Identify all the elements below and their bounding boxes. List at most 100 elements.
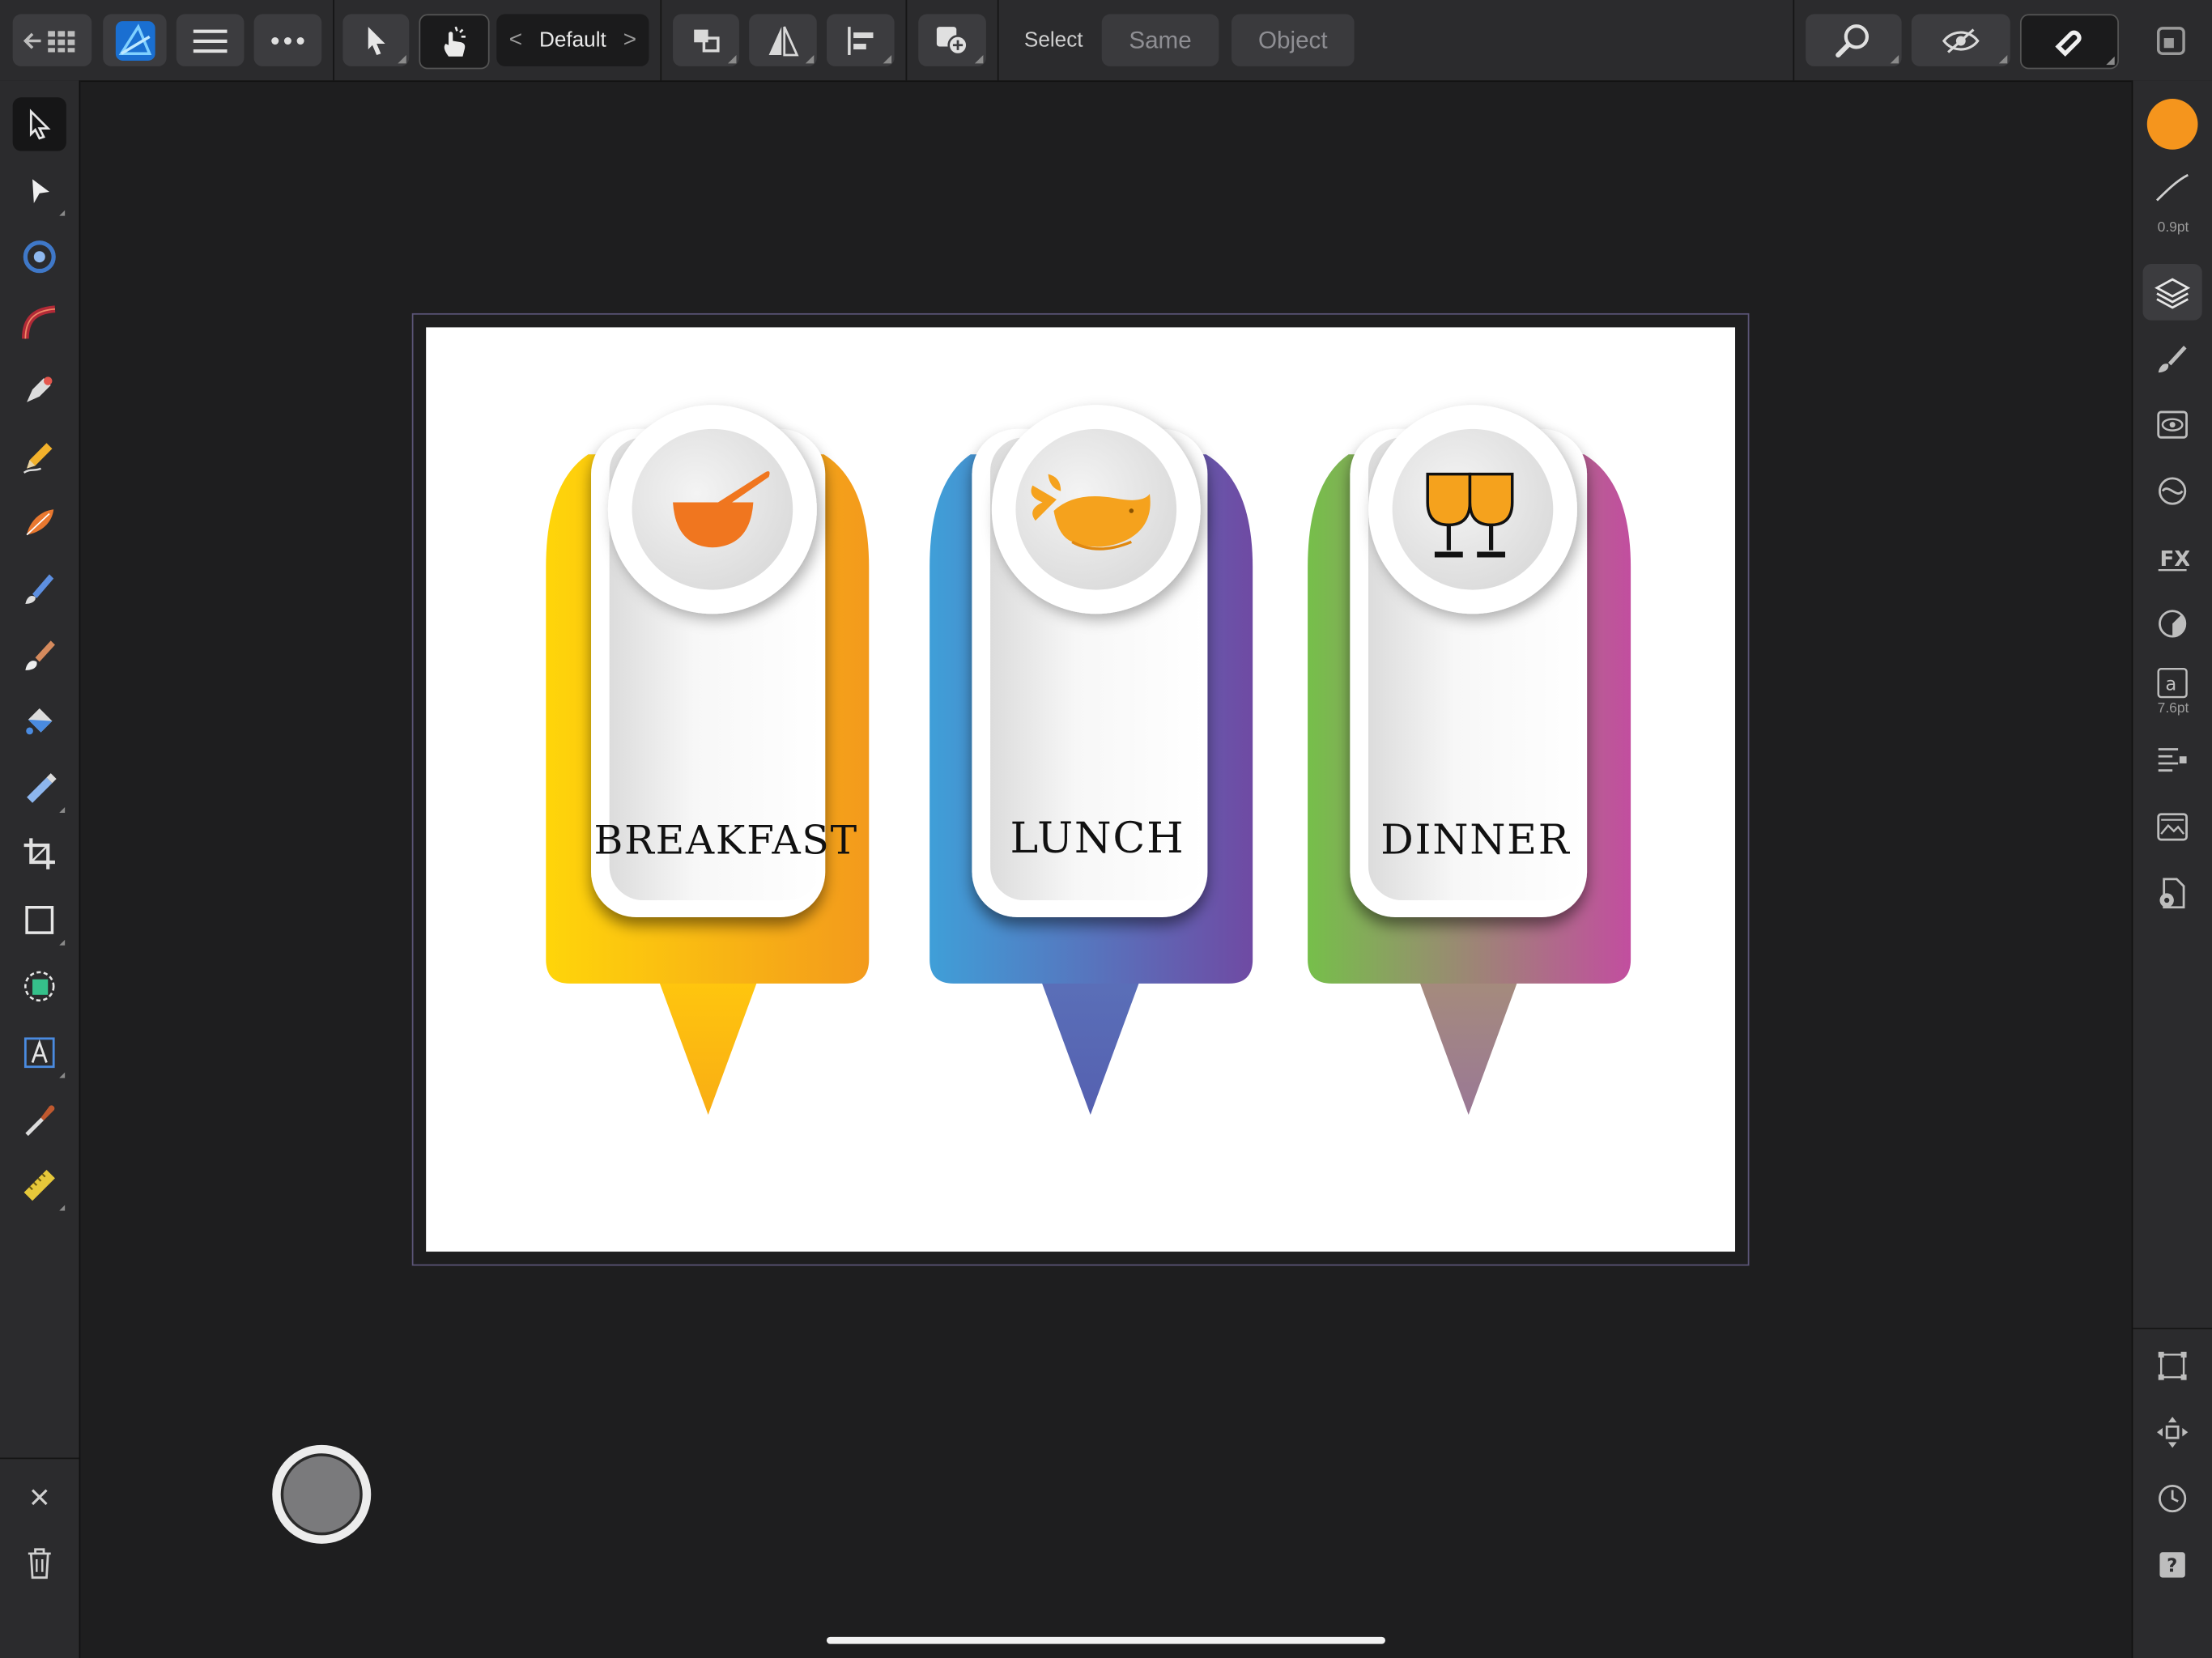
brushes-button[interactable]: [2143, 330, 2202, 387]
stroke-width-label: 0.9pt: [2157, 219, 2189, 236]
pencil-tool-icon: [23, 443, 53, 474]
select-same-button[interactable]: Same: [1101, 14, 1219, 66]
tool-pencil-curve[interactable]: [13, 296, 66, 350]
select-object-button[interactable]: Object: [1231, 14, 1355, 66]
arrange-icon: [693, 28, 719, 52]
fx-icon: FX: [2158, 547, 2189, 572]
flip-icon: [768, 25, 799, 56]
view-mode-button[interactable]: [1911, 14, 2010, 66]
tool-pixel-brush[interactable]: [13, 628, 66, 682]
studio-panel: 0.9pt FX a 7.6pt ?: [2131, 80, 2212, 1658]
tool-vector-brush[interactable]: [13, 495, 66, 549]
snapping-button[interactable]: [2019, 14, 2119, 70]
touch-modifier-button[interactable]: [419, 14, 490, 70]
fullscreen-icon: [2156, 27, 2185, 55]
move-tool-icon: [29, 108, 51, 140]
view-zoom-button[interactable]: [1806, 14, 1902, 66]
app-persona-button[interactable]: [103, 14, 167, 66]
artboard[interactable]: BREAKFAST LUNCH DINNER: [426, 327, 1736, 1252]
vector-brush-icon: [26, 509, 54, 536]
insert-icon: [936, 26, 968, 55]
back-to-gallery-button[interactable]: [12, 14, 92, 66]
pixel-brush-icon: [25, 640, 55, 670]
svg-text:FX: FX: [2159, 547, 2189, 572]
tool-corner[interactable]: [13, 230, 66, 283]
card-label-lunch: LUNCH: [1010, 814, 1185, 864]
tool-node[interactable]: [13, 164, 66, 217]
chevron-left-icon[interactable]: <: [509, 28, 522, 53]
tool-paint-brush[interactable]: [13, 562, 66, 615]
insert-button[interactable]: [918, 14, 986, 66]
more-icon: [271, 36, 304, 45]
color-wheel-icon: [2159, 610, 2187, 638]
transparency-tool-icon: [27, 773, 57, 803]
document-menu-button[interactable]: [176, 14, 245, 66]
stroke-button[interactable]: [2143, 168, 2202, 207]
paint-brush-icon: [25, 574, 54, 605]
layers-icon: [2155, 278, 2191, 309]
layers-button[interactable]: [2142, 263, 2202, 321]
hidden-view-icon: [1942, 28, 1980, 53]
fullscreen-button[interactable]: [2155, 25, 2186, 56]
tool-fill[interactable]: [13, 695, 66, 748]
card-breakfast[interactable]: [546, 405, 870, 1115]
tool-color-picker[interactable]: [13, 1092, 66, 1146]
persona-selector[interactable]: < Default >: [496, 14, 649, 66]
tool-pen[interactable]: [13, 363, 66, 416]
tool-artistic-text[interactable]: [13, 1026, 66, 1079]
tool-crop[interactable]: [13, 827, 66, 880]
flip-button[interactable]: [749, 14, 817, 66]
assets-button[interactable]: [2143, 799, 2202, 856]
text-style-button[interactable]: a: [2143, 661, 2202, 704]
paragraph-button[interactable]: [2143, 733, 2202, 789]
top-toolbar: < Default > Select Same Object: [0, 0, 2212, 83]
home-indicator[interactable]: [826, 1636, 1385, 1644]
transform-button[interactable]: [2143, 1337, 2202, 1394]
move-arrows-icon: [2156, 1416, 2189, 1448]
tool-transparency[interactable]: [13, 760, 66, 814]
color-button[interactable]: [2143, 596, 2202, 653]
effects-button[interactable]: FX: [2143, 529, 2202, 586]
navigator-button[interactable]: [2143, 1404, 2202, 1460]
select-label: Select: [1023, 28, 1083, 53]
menu-icon: [193, 28, 228, 53]
card-pointer: [658, 980, 758, 1115]
tool-measure[interactable]: [13, 1158, 66, 1212]
close-button[interactable]: [13, 1470, 66, 1524]
appearance-button[interactable]: [2143, 397, 2202, 453]
svg-text:a: a: [2165, 674, 2176, 695]
delete-button[interactable]: [13, 1537, 66, 1590]
place-image-icon: [24, 971, 55, 1002]
tool-rectangle[interactable]: [13, 893, 66, 946]
text-size-label: 7.6pt: [2157, 701, 2189, 717]
tool-move[interactable]: [12, 97, 66, 151]
tool-place-image[interactable]: [13, 959, 66, 1013]
card-dinner[interactable]: [1308, 405, 1631, 1115]
help-icon: ?: [2159, 1552, 2185, 1578]
curve-tool-icon: [22, 305, 56, 339]
help-button[interactable]: ?: [2143, 1537, 2202, 1593]
color-picker-icon: [25, 1105, 55, 1137]
history-button[interactable]: [2143, 1470, 2202, 1527]
card-pointer: [1419, 980, 1518, 1115]
arrange-button[interactable]: [673, 14, 739, 66]
chevron-right-icon[interactable]: >: [623, 28, 636, 53]
card-lunch[interactable]: [929, 405, 1253, 1115]
tool-pencil[interactable]: [13, 429, 66, 483]
card-label-breakfast: BREAKFAST: [593, 817, 858, 864]
tools-panel: [0, 80, 81, 1658]
history-clock-icon: [2159, 1484, 2187, 1513]
move-tool-button[interactable]: [342, 14, 410, 66]
corner-tool-icon: [23, 240, 56, 274]
transform-icon: [2158, 1351, 2187, 1380]
quick-menu-button[interactable]: [272, 1444, 372, 1544]
close-icon: [31, 1489, 48, 1506]
more-button[interactable]: [253, 14, 322, 66]
paragraph-icon: [2158, 748, 2187, 772]
character-icon: a: [2157, 667, 2188, 699]
transparency-button[interactable]: [2143, 463, 2202, 520]
touch-gesture-icon: [444, 25, 466, 56]
fill-color-swatch[interactable]: [2146, 99, 2198, 150]
align-button[interactable]: [826, 14, 895, 66]
document-settings-button[interactable]: [2143, 865, 2202, 921]
